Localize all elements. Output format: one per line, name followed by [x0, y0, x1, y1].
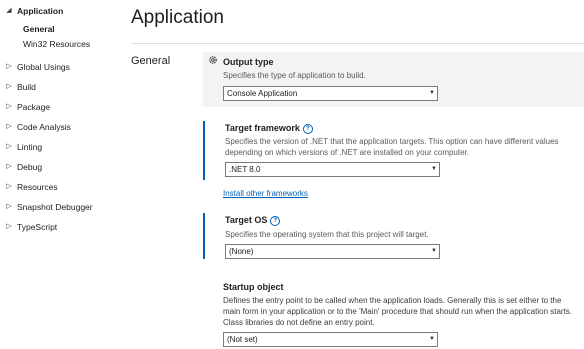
chevron-down-icon: ▼ — [431, 248, 437, 254]
caret-right-icon[interactable]: ▷ — [5, 60, 13, 74]
caret-right-icon[interactable]: ▷ — [5, 160, 13, 174]
target-os-dropdown[interactable]: (None) ▼ — [225, 244, 440, 259]
output-type-dropdown[interactable]: Console Application ▼ — [223, 86, 438, 101]
output-type-setting: Output type Specifies the type of applic… — [203, 52, 584, 107]
nav-item-label: Debug — [17, 162, 43, 172]
startup-object-dropdown[interactable]: (Not set) ▼ — [223, 332, 438, 347]
nav-item-package[interactable]: ▷ Package — [0, 100, 118, 114]
nav-item-global-usings[interactable]: ▷ Global Usings — [0, 60, 118, 74]
nav-item-build[interactable]: ▷ Build — [0, 80, 118, 94]
startup-object-description: Defines the entry point to be called whe… — [223, 296, 573, 327]
title-divider — [131, 43, 584, 44]
nav-sub-win32-resources[interactable]: Win32 Resources — [23, 37, 90, 51]
startup-object-title: Startup object — [223, 282, 284, 292]
chevron-down-icon: ▼ — [431, 166, 437, 172]
caret-right-icon[interactable]: ▷ — [5, 140, 13, 154]
nav-item-label: Code Analysis — [17, 122, 71, 132]
gear-icon — [209, 56, 217, 64]
caret-right-icon[interactable]: ▷ — [5, 100, 13, 114]
startup-object-value: (Not set) — [227, 335, 258, 344]
target-framework-description: Specifies the version of .NET that the a… — [225, 137, 559, 157]
nav-item-label: Package — [17, 102, 51, 112]
caret-right-icon[interactable]: ▷ — [5, 220, 13, 234]
target-os-value: (None) — [229, 247, 254, 256]
nav-item-label: Linting — [17, 142, 43, 152]
page-title: Application — [131, 7, 224, 28]
target-os-title-row: Target OS? — [225, 215, 281, 226]
target-framework-setting: Target framework? Specifies the version … — [203, 121, 584, 180]
nav-item-linting[interactable]: ▷ Linting — [0, 140, 118, 154]
chevron-down-icon: ▼ — [429, 90, 435, 96]
output-type-title: Output type — [223, 57, 274, 67]
caret-right-icon[interactable]: ▷ — [5, 120, 13, 134]
chevron-down-icon: ▼ — [429, 336, 435, 342]
help-icon[interactable]: ? — [270, 216, 281, 226]
nav-item-code-analysis[interactable]: ▷ Code Analysis — [0, 120, 118, 134]
install-other-frameworks-link[interactable]: Install other frameworks — [223, 189, 308, 198]
target-os-setting: Target OS? Specifies the operating syste… — [203, 213, 584, 259]
help-icon[interactable]: ? — [302, 124, 313, 134]
caret-right-icon[interactable]: ▷ — [5, 180, 13, 194]
nav-item-typescript[interactable]: ▷ TypeScript — [0, 220, 118, 234]
target-framework-title-row: Target framework? — [225, 123, 313, 134]
nav-item-label: Global Usings — [17, 62, 70, 72]
nav-sub-general[interactable]: General — [23, 22, 55, 36]
target-framework-value: .NET 8.0 — [229, 165, 261, 174]
target-os-title: Target OS — [225, 215, 268, 225]
target-framework-title: Target framework — [225, 123, 300, 133]
section-label-general: General — [131, 55, 171, 67]
startup-object-setting: Startup object Defines the entry point t… — [203, 282, 584, 349]
caret-down-icon[interactable]: ◢ — [5, 4, 13, 18]
target-os-description: Specifies the operating system that this… — [225, 230, 429, 239]
nav-pane: ◢ Application General Win32 Resources ▷ … — [0, 0, 118, 349]
nav-item-label: Snapshot Debugger — [17, 202, 93, 212]
caret-right-icon[interactable]: ▷ — [5, 80, 13, 94]
nav-item-snapshot-debugger[interactable]: ▷ Snapshot Debugger — [0, 200, 118, 214]
nav-item-label: Build — [17, 82, 36, 92]
nav-item-label: TypeScript — [17, 222, 58, 232]
nav-item-label: Resources — [17, 182, 58, 192]
output-type-description: Specifies the type of application to bui… — [223, 71, 366, 80]
nav-item-debug[interactable]: ▷ Debug — [0, 160, 118, 174]
target-framework-dropdown[interactable]: .NET 8.0 ▼ — [225, 162, 440, 177]
output-type-value: Console Application — [227, 89, 298, 98]
caret-right-icon[interactable]: ▷ — [5, 200, 13, 214]
nav-item-resources[interactable]: ▷ Resources — [0, 180, 118, 194]
nav-item-label: Application — [17, 6, 64, 16]
nav-item-application[interactable]: ◢ Application — [0, 4, 118, 18]
